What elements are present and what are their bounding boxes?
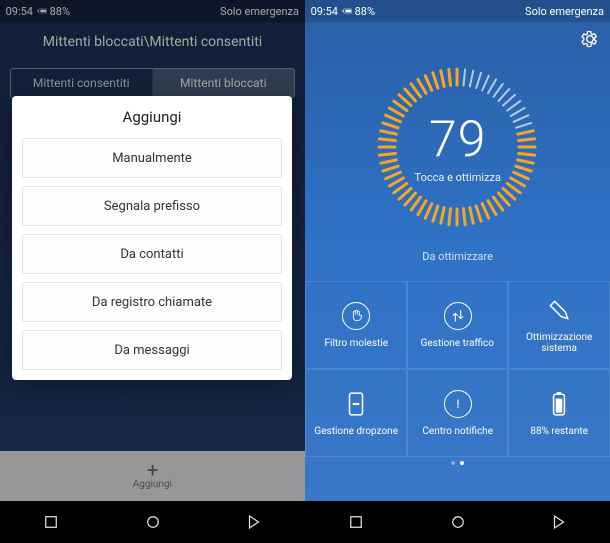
tile-harassment-filter[interactable]: Filtro molestie: [305, 281, 407, 369]
tile-battery-remaining[interactable]: 88% restante: [508, 369, 610, 457]
recents-icon[interactable]: [347, 513, 365, 531]
opt-from-contacts[interactable]: Da contatti: [23, 234, 283, 274]
carrier-label: Solo emergenza: [525, 5, 604, 18]
tile-label: Gestione traffico: [421, 338, 494, 349]
status-bar: Solo emergenza 88% 09:54: [305, 0, 610, 22]
updown-icon: [444, 302, 472, 330]
optimization-score: 79: [414, 111, 500, 169]
tile-system-optimization[interactable]: Ottimizzazione sistema: [508, 281, 610, 369]
hand-icon: [342, 302, 370, 330]
tile-label: Centro notifiche: [422, 426, 493, 437]
back-icon[interactable]: [550, 513, 568, 531]
page-indicator: [305, 457, 610, 469]
navigation-bar: [0, 501, 305, 543]
battery-percent: 88%: [354, 5, 374, 18]
phone-icon: [342, 390, 370, 418]
add-dialog: Aggiungi Manualmente Segnala prefisso Da…: [13, 96, 293, 380]
tile-label: 88% restante: [530, 426, 588, 437]
phone-manager-screen: Solo emergenza 88% 09:54 79 Tocca e otti…: [305, 0, 610, 543]
opt-prefix[interactable]: Segnala prefisso: [23, 186, 283, 226]
feature-grid: Ottimizzazione sistema Gestione traffico…: [305, 281, 610, 457]
opt-manually[interactable]: Manualmente: [23, 138, 283, 178]
tap-optimize-label: Tocca e ottimizza: [414, 171, 500, 184]
tile-traffic-management[interactable]: Gestione traffico: [407, 281, 509, 369]
tile-label: Filtro molestie: [324, 338, 388, 349]
home-icon[interactable]: [449, 513, 467, 531]
dialog-title: Aggiungi: [23, 108, 283, 126]
tile-notification-center[interactable]: Centro notifiche: [407, 369, 509, 457]
home-icon[interactable]: [144, 513, 162, 531]
gear-icon[interactable]: [580, 29, 600, 49]
optimization-dial[interactable]: 79 Tocca e ottimizza: [373, 62, 543, 232]
opt-from-calllog[interactable]: Da registro chiamate: [23, 282, 283, 322]
brush-icon: [545, 296, 573, 324]
clock: 09:54: [311, 5, 338, 18]
tile-dropzone-management[interactable]: Gestione dropzone: [305, 369, 407, 457]
recents-icon[interactable]: [42, 513, 60, 531]
opt-from-messages[interactable]: Da messaggi: [23, 330, 283, 370]
battery-icon: [342, 6, 352, 16]
back-icon[interactable]: [245, 513, 263, 531]
blocked-senders-screen: Solo emergenza 88% 09:54 Mittenti blocca…: [0, 0, 305, 543]
tile-label: Ottimizzazione sistema: [513, 332, 605, 354]
navigation-bar: [305, 501, 610, 543]
tile-label: Gestione dropzone: [314, 426, 398, 437]
battery-icon: [545, 390, 573, 418]
to-optimize-label: Da ottimizzare: [422, 250, 493, 263]
dialog-overlay[interactable]: Aggiungi Manualmente Segnala prefisso Da…: [0, 0, 305, 501]
alert-icon: [444, 390, 472, 418]
